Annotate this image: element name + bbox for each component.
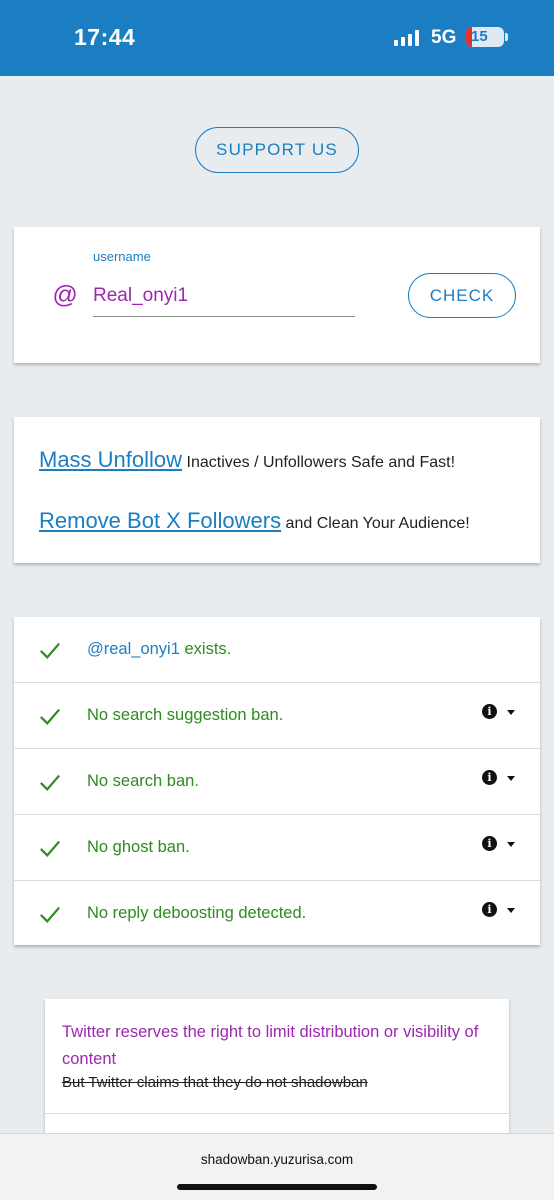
at-icon: @ bbox=[52, 281, 78, 309]
mass-unfollow-link[interactable]: Mass Unfollow bbox=[39, 447, 182, 472]
network-type: 5G bbox=[431, 27, 457, 48]
battery-tip bbox=[505, 33, 508, 41]
check-icon bbox=[40, 840, 60, 857]
result-text: No ghost ban. bbox=[87, 838, 190, 856]
username-input[interactable] bbox=[93, 275, 355, 317]
home-indicator[interactable] bbox=[177, 1184, 377, 1190]
user-handle: @real_onyi1 bbox=[87, 640, 180, 658]
status-bar: 17:44 5G 15 bbox=[0, 0, 554, 76]
promo-card: Mass Unfollow Inactives / Unfollowers Sa… bbox=[14, 417, 540, 563]
notice-text: Twitter reserves the right to limit dist… bbox=[62, 1023, 479, 1068]
browser-address-bar[interactable]: shadowban.yuzurisa.com bbox=[0, 1133, 554, 1200]
result-text: @real_onyi1 exists. bbox=[87, 640, 232, 658]
promo-text: Inactives / Unfollowers Safe and Fast! bbox=[186, 454, 456, 471]
username-label: username bbox=[93, 249, 151, 264]
info-icon[interactable]: i bbox=[482, 770, 497, 785]
result-text: No reply deboosting detected. bbox=[87, 904, 307, 922]
promo-line-mass-unfollow: Mass Unfollow Inactives / Unfollowers Sa… bbox=[39, 447, 455, 473]
result-row-search-ban[interactable]: No search ban. i bbox=[14, 749, 540, 815]
check-button[interactable]: CHECK bbox=[408, 273, 516, 318]
result-text: No search suggestion ban. bbox=[87, 706, 284, 724]
battery-level: 15 bbox=[471, 28, 488, 45]
info-icon[interactable]: i bbox=[482, 902, 497, 917]
promo-line-remove-bots: Remove Bot X Followers and Clean Your Au… bbox=[39, 508, 470, 534]
divider bbox=[45, 1113, 509, 1114]
remove-bot-followers-link[interactable]: Remove Bot X Followers bbox=[39, 508, 281, 533]
results-card: @real_onyi1 exists. No search suggestion… bbox=[14, 617, 540, 945]
battery-icon: 15 bbox=[466, 27, 504, 47]
info-icon[interactable]: i bbox=[482, 704, 497, 719]
result-text: No search ban. bbox=[87, 772, 199, 790]
support-us-button[interactable]: SUPPORT US bbox=[195, 127, 359, 173]
notice-strikethrough: But Twitter claims that they do not shad… bbox=[62, 1074, 368, 1091]
chevron-down-icon[interactable] bbox=[507, 908, 515, 913]
result-row-reply-deboosting[interactable]: No reply deboosting detected. i bbox=[14, 881, 540, 945]
check-icon bbox=[40, 906, 60, 923]
url-text[interactable]: shadowban.yuzurisa.com bbox=[0, 1152, 554, 1167]
signal-icon bbox=[394, 30, 420, 46]
check-icon bbox=[40, 642, 60, 659]
info-icon[interactable]: i bbox=[482, 836, 497, 851]
promo-text: and Clean Your Audience! bbox=[285, 515, 470, 532]
chevron-down-icon[interactable] bbox=[507, 710, 515, 715]
status-time: 17:44 bbox=[74, 24, 136, 50]
check-icon bbox=[40, 774, 60, 791]
username-card: @ username CHECK bbox=[14, 227, 540, 363]
notice-card: Twitter reserves the right to limit dist… bbox=[45, 999, 509, 1149]
chevron-down-icon[interactable] bbox=[507, 776, 515, 781]
check-icon bbox=[40, 708, 60, 725]
result-row-exists: @real_onyi1 exists. bbox=[14, 617, 540, 683]
chevron-down-icon[interactable] bbox=[507, 842, 515, 847]
result-row-search-suggestion[interactable]: No search suggestion ban. i bbox=[14, 683, 540, 749]
result-row-ghost-ban[interactable]: No ghost ban. i bbox=[14, 815, 540, 881]
